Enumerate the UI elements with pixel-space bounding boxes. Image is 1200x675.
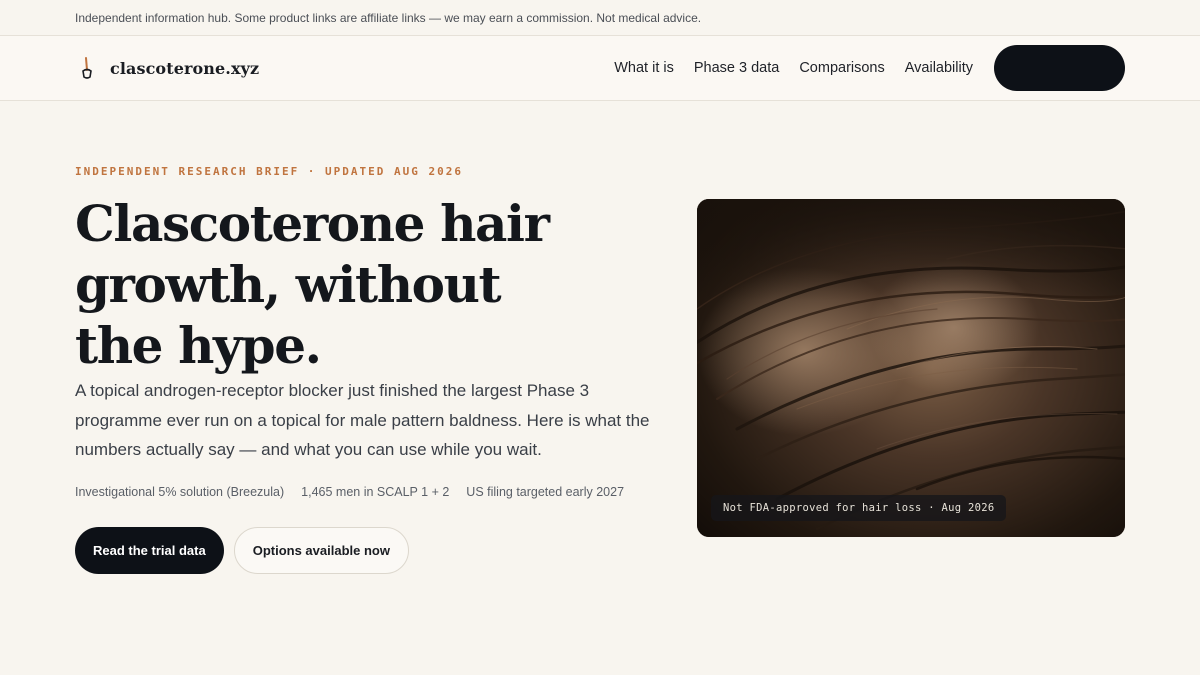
nav-what-it-is[interactable]: What it is <box>614 60 674 76</box>
nav-availability[interactable]: Availability <box>905 60 973 76</box>
nav-phase-3-data[interactable]: Phase 3 data <box>694 60 779 76</box>
hair-photo: Not FDA-approved for hair loss · Aug 202… <box>697 199 1125 537</box>
hero-section: INDEPENDENT RESEARCH BRIEF · UPDATED AUG… <box>0 101 1200 674</box>
hero-eyebrow: INDEPENDENT RESEARCH BRIEF · UPDATED AUG… <box>75 165 464 178</box>
meta-trial-size: 1,465 men in SCALP 1 + 2 <box>301 485 450 499</box>
options-available-button[interactable]: Options available now <box>233 527 409 574</box>
meta-filing-date: US filing targeted early 2027 <box>466 485 625 499</box>
read-trial-data-button[interactable]: Read the trial data <box>75 527 224 574</box>
hero-lede: A topical androgen-receptor blocker just… <box>75 381 650 459</box>
site-header: clascoterone.xyz What it is Phase 3 data… <box>0 36 1200 101</box>
fda-status-badge: Not FDA-approved for hair loss · Aug 202… <box>711 495 1007 521</box>
brand-name: clascoterone.xyz <box>110 58 260 78</box>
meta-formulation: Investigational 5% solution (Breezula) <box>75 485 285 499</box>
disclaimer-text: Independent information hub. Some produc… <box>75 10 702 25</box>
hero-title: Clascoterone hair growth, without the hy… <box>75 194 550 375</box>
main-nav: What it is Phase 3 data Comparisons Avai… <box>614 45 1125 91</box>
hero-meta: Investigational 5% solution (Breezula) 1… <box>75 485 624 499</box>
hair-closeup-image <box>697 199 1125 537</box>
nav-comparisons[interactable]: Comparisons <box>799 60 884 76</box>
brush-icon <box>78 56 96 80</box>
disclaimer-bar: Independent information hub. Some produc… <box>0 0 1200 36</box>
hero-actions: Read the trial data Options available no… <box>75 527 409 574</box>
brand-logo[interactable]: clascoterone.xyz <box>78 56 259 80</box>
header-cta-button[interactable] <box>994 45 1125 91</box>
